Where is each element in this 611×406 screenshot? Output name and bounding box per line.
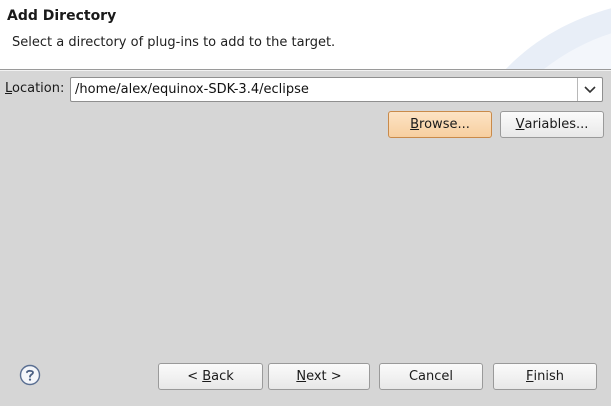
browse-button[interactable]: Browse... [388, 111, 492, 138]
page-description: Select a directory of plug-ins to add to… [12, 35, 336, 50]
next-button[interactable]: Next > [268, 363, 370, 390]
location-combo[interactable]: /home/alex/equinox-SDK-3.4/eclipse [70, 77, 603, 102]
header-divider [0, 70, 611, 71]
location-input[interactable]: /home/alex/equinox-SDK-3.4/eclipse [75, 82, 309, 97]
wizard-header: Add Directory Select a directory of plug… [0, 0, 611, 70]
location-label: Location: [5, 81, 65, 96]
chevron-down-icon[interactable] [577, 78, 602, 101]
back-button[interactable]: < Back [158, 363, 263, 390]
header-decoration [505, 8, 611, 69]
help-icon[interactable] [19, 364, 41, 386]
cancel-button[interactable]: Cancel [379, 363, 483, 390]
page-title: Add Directory [7, 8, 117, 24]
variables-button[interactable]: Variables... [500, 111, 604, 138]
finish-button[interactable]: Finish [493, 363, 597, 390]
